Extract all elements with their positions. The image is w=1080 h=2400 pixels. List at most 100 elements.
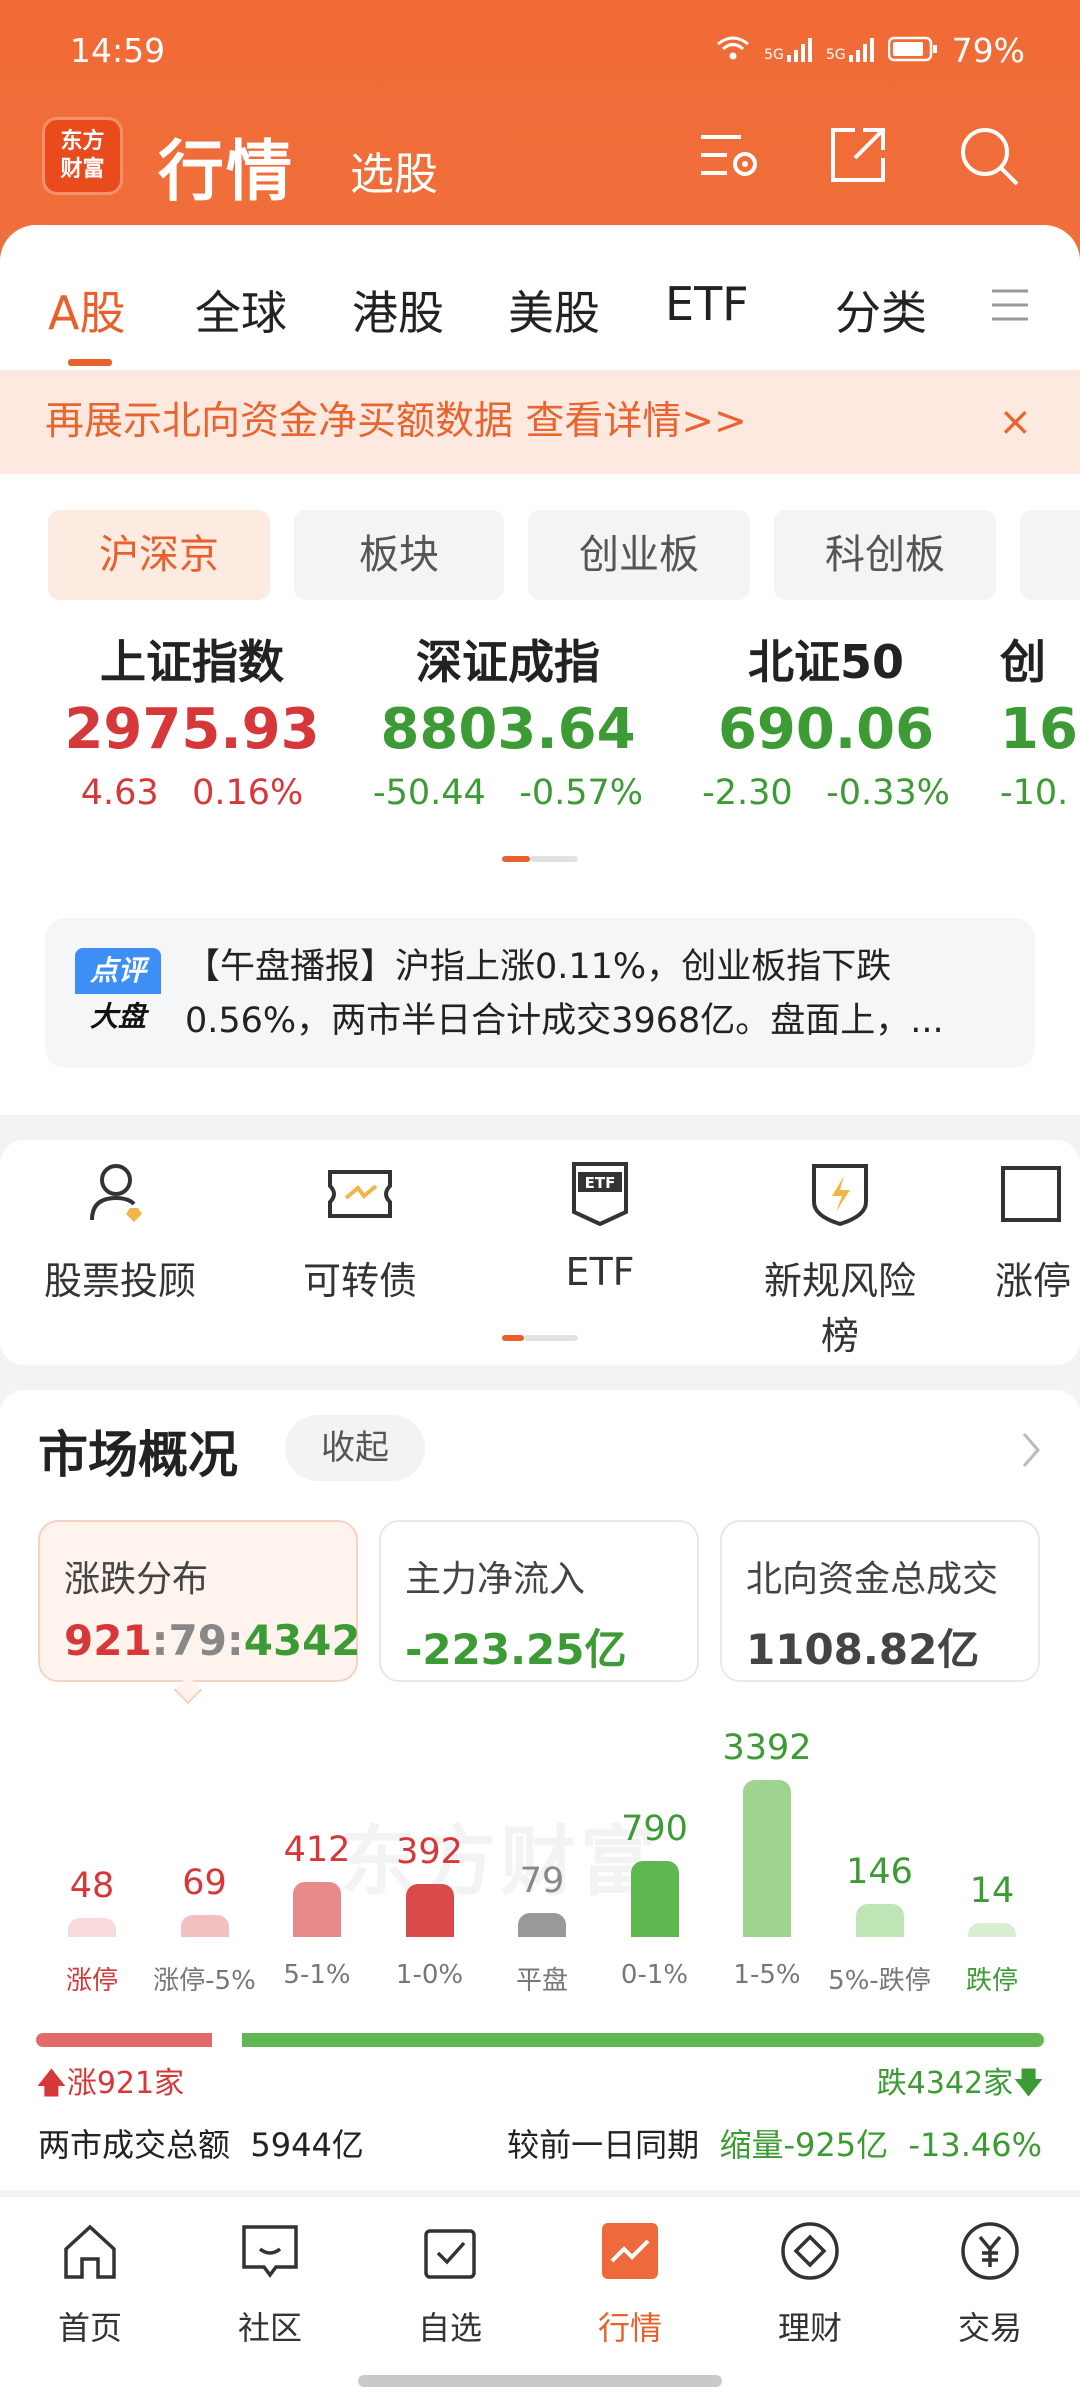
feature-etf[interactable]: ETF ETF — [515, 1158, 685, 1294]
home-indicator — [358, 2375, 722, 2387]
index-card-bj50[interactable]: 北证50 690.06 -2.30 -0.33% — [676, 632, 976, 818]
close-icon[interactable]: × — [998, 370, 1032, 474]
tab-global[interactable]: 全球 — [195, 277, 287, 343]
settings-list-icon[interactable] — [695, 122, 761, 188]
down-count-text: 跌4342家 — [876, 2066, 1014, 2101]
signal-label-2: 5G — [825, 47, 846, 63]
distribution-value: 14 — [969, 1871, 1015, 1911]
distribution-value: 412 — [283, 1830, 351, 1871]
distribution-bar — [68, 1918, 116, 1937]
arrow-down-icon: 🡇 — [1013, 2066, 1044, 2101]
box-northbound[interactable]: 北向资金总成交 1108.82亿 — [720, 1520, 1040, 1682]
segment-chinext[interactable]: 创业板 — [528, 510, 750, 600]
feature-risk-list[interactable]: 新规风险榜 — [755, 1158, 925, 1360]
feature-label: ETF — [565, 1250, 635, 1294]
index-change: -50.44 -0.57% — [372, 773, 644, 813]
nav-label: 行情 — [597, 2309, 662, 2347]
distribution-ratio: 921:79:4342 — [64, 1616, 361, 1665]
stock-picker-tab[interactable]: 选股 — [350, 138, 438, 202]
distribution-bar — [405, 1883, 454, 1937]
arrow-up-icon: 🡅 — [36, 2066, 67, 2101]
search-icon[interactable] — [955, 122, 1021, 188]
index-name: 上证指数 — [100, 635, 284, 689]
turnover-label: 两市成交总额 — [38, 2126, 231, 2164]
feature-label: 涨停 — [995, 1259, 1072, 1303]
index-card-sz[interactable]: 深证成指 8803.64 -50.44 -0.57% — [358, 632, 658, 818]
box-value: 1108.82亿 — [746, 1625, 980, 1674]
feature-advisor[interactable]: 股票投顾 — [35, 1158, 205, 1305]
battery-icon — [887, 31, 938, 70]
collapse-button[interactable]: 收起 — [285, 1415, 425, 1481]
northbound-banner[interactable]: 再展示北向资金净买额数据 查看详情>> × — [0, 370, 1080, 474]
distribution-label: 跌停 — [965, 1966, 1018, 1996]
box-label: 北向资金总成交 — [746, 1559, 999, 1600]
distribution-value: 79 — [519, 1861, 565, 1902]
feature-label: 股票投顾 — [43, 1259, 196, 1303]
ratio-sep: : — [226, 1616, 244, 1665]
home-icon — [64, 2224, 116, 2279]
index-name: 深证成指 — [416, 635, 600, 689]
distribution-label: 平盘 — [515, 1966, 568, 1996]
logo-line2: 财富 — [60, 157, 105, 182]
menu-icon[interactable] — [990, 285, 1030, 329]
feature-limit-up[interactable]: 涨停 — [995, 1158, 1080, 1305]
feature-label: 可转债 — [302, 1259, 417, 1303]
compare-row: 较前一日同期 缩量-925亿 -13.46% — [507, 2120, 1042, 2166]
tab-us[interactable]: 美股 — [508, 277, 600, 343]
distribution-bar — [630, 1861, 679, 1937]
nav-label: 交易 — [957, 2309, 1022, 2347]
badge-top: 点评 — [75, 948, 161, 994]
page-title[interactable]: 行情 — [158, 118, 294, 214]
distribution-label: 1-5% — [733, 1960, 801, 1990]
feature-label: 新规风险榜 — [763, 1259, 916, 1358]
ratio-sep: : — [151, 1616, 169, 1665]
nav-wealth[interactable]: 理财 — [750, 2219, 870, 2349]
tab-a-shares[interactable]: A股 — [48, 277, 125, 343]
box-value: -223.25亿 — [405, 1625, 627, 1674]
feature-pager-active — [502, 1335, 524, 1341]
index-card-partial[interactable]: 创 16 -10. — [1000, 632, 1080, 818]
index-value: 690.06 — [717, 697, 935, 762]
segment-shsz[interactable]: 沪深京 — [48, 510, 270, 600]
tab-hk[interactable]: 港股 — [352, 277, 444, 343]
status-time: 14:59 — [70, 30, 166, 70]
chevron-right-icon[interactable] — [1020, 1430, 1044, 1474]
box-distribution[interactable]: 涨跌分布 921:79:4342 — [38, 1520, 361, 1682]
segment-star[interactable]: 科创板 — [774, 510, 996, 600]
index-value: 8803.64 — [380, 697, 636, 762]
nav-home[interactable]: 首页 — [30, 2219, 150, 2349]
index-change: -10. — [1000, 773, 1069, 813]
bottom-nav: 首页 社区 自选 行情 理财 交易 — [0, 2196, 1080, 2400]
market-news-card[interactable]: 点评 大盘 【午盘播报】沪指上涨0.11%，创业板指下跌 0.56%，两市半日合… — [45, 918, 1035, 1068]
ratio-bar-up — [36, 2033, 212, 2047]
nav-market[interactable]: 行情 — [570, 2219, 690, 2349]
distribution-bar — [968, 1923, 1016, 1937]
segment-more[interactable] — [1020, 510, 1080, 600]
ticket-icon — [328, 1170, 392, 1218]
nav-community[interactable]: 社区 — [210, 2219, 330, 2349]
tab-etf[interactable]: ETF — [665, 277, 749, 331]
banner-text: 再展示北向资金净买额数据 查看详情>> — [45, 399, 747, 444]
box-label: 主力净流入 — [405, 1559, 586, 1600]
distribution-bar — [743, 1780, 791, 1937]
box-main-inflow[interactable]: 主力净流入 -223.25亿 — [379, 1520, 699, 1682]
up-down-ratio-bar — [36, 2033, 1044, 2047]
distribution-bar — [293, 1882, 341, 1937]
share-icon[interactable] — [825, 122, 891, 188]
index-value: 2975.93 — [64, 697, 320, 762]
news-text: 【午盘播报】沪指上涨0.11%，创业板指下跌 0.56%，两市半日合计成交396… — [185, 940, 1005, 1048]
index-name: 创 — [1000, 635, 1046, 689]
up-count: 🡅涨921家 — [36, 2058, 184, 2112]
diamond-icon — [781, 2222, 839, 2280]
segment-sector[interactable]: 板块 — [294, 510, 504, 600]
etf-icon: ETF — [572, 1162, 628, 1227]
signal-icon-2: 5G — [826, 37, 874, 63]
distribution-bar — [855, 1904, 904, 1937]
overview-title: 市场概况 — [38, 1426, 238, 1484]
nav-trade[interactable]: 交易 — [930, 2219, 1050, 2349]
up-count-text: 涨921家 — [66, 2066, 185, 2101]
feature-convertible[interactable]: 可转债 — [275, 1158, 445, 1305]
tab-category[interactable]: 分类 — [835, 277, 927, 343]
index-card-sh[interactable]: 上证指数 2975.93 4.63 0.16% — [42, 632, 342, 818]
nav-watchlist[interactable]: 自选 — [390, 2219, 510, 2349]
